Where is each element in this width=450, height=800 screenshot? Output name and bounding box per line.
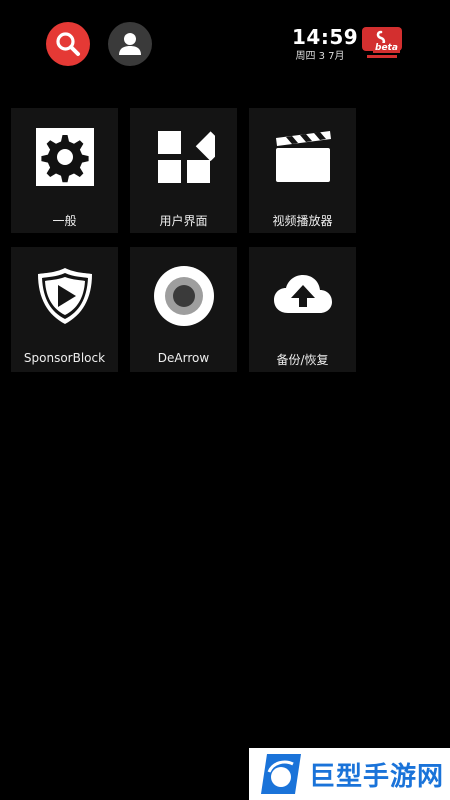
search-button[interactable] — [46, 22, 90, 66]
app-logo-beta-label: beta — [373, 43, 400, 53]
watermark-banner: 巨型手游网 — [249, 748, 450, 800]
clock-date: 周四 3 7月 — [295, 51, 345, 62]
watermark-text: 巨型手游网 — [309, 761, 445, 792]
gear-icon — [35, 128, 94, 186]
tile-label: 用户界面 — [159, 214, 208, 228]
clock-time: 14:59 — [292, 25, 359, 49]
clock: 14:59 周四 3 7月 — [292, 25, 359, 64]
tile-dearrow[interactable]: DeArrow — [130, 247, 237, 372]
shield-play-icon — [37, 268, 92, 324]
app-logo: beta — [361, 26, 403, 60]
search-icon — [56, 32, 80, 56]
widgets-icon — [157, 131, 215, 183]
tile-user-interface[interactable]: 用户界面 — [130, 108, 237, 233]
account-button[interactable] — [108, 22, 152, 66]
tile-label: 一般 — [52, 214, 77, 228]
tile-label: 视频播放器 — [272, 214, 333, 228]
watermark-logo-icon — [261, 754, 301, 794]
cloud-upload-icon — [273, 275, 332, 313]
tile-label: SponsorBlock — [23, 351, 106, 365]
tile-sponsorblock[interactable]: SponsorBlock — [11, 247, 118, 372]
tile-general[interactable]: 一般 — [11, 108, 118, 233]
settings-screen: 14:59 周四 3 7月 beta 一般 用户界面 视频播放器 Sponsor… — [0, 0, 450, 800]
tile-label: DeArrow — [157, 351, 210, 365]
tile-backup-restore[interactable]: 备份/恢复 — [249, 247, 356, 372]
dearrow-icon — [153, 266, 214, 326]
tile-label: 备份/恢复 — [276, 353, 329, 367]
clapperboard-icon — [275, 131, 331, 182]
account-icon — [119, 33, 141, 55]
top-bar-actions — [46, 22, 152, 66]
tile-video-player[interactable]: 视频播放器 — [249, 108, 356, 233]
